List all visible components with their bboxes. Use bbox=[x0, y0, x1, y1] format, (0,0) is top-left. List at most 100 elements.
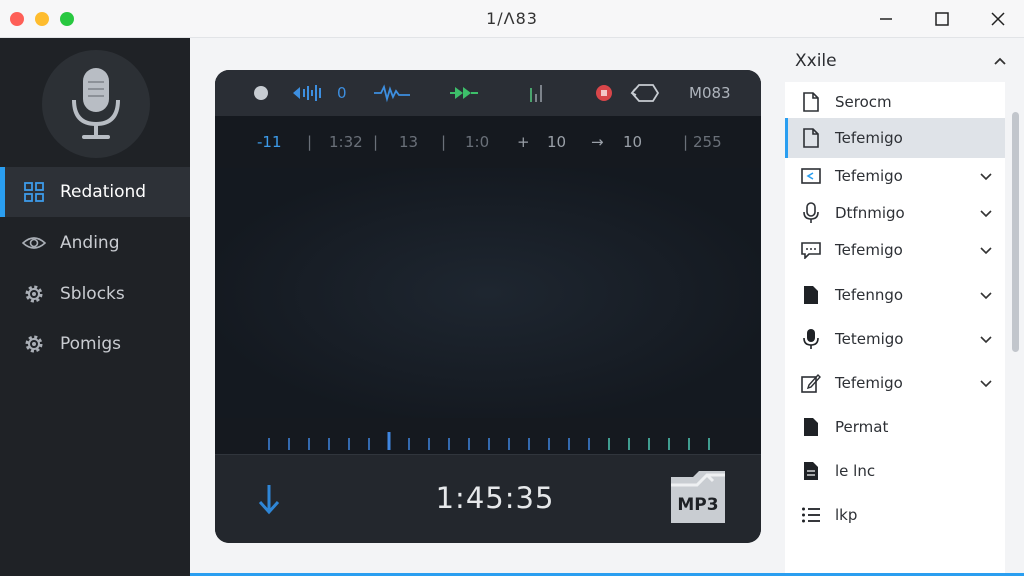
record-indicator[interactable] bbox=[253, 81, 269, 105]
list-item[interactable]: le lnc bbox=[785, 451, 1005, 491]
file-list-scrollbar[interactable] bbox=[1012, 112, 1019, 352]
list-item-label: Tefemigo bbox=[835, 167, 903, 185]
waveform bbox=[229, 202, 747, 376]
dot-icon bbox=[254, 86, 268, 100]
audio-player-panel: 0 M083 -11 | 1:32 | 13 | 1:0 + 10 → 10 |… bbox=[215, 70, 761, 543]
list-item[interactable]: lkp bbox=[785, 495, 1005, 535]
playback-time: 1:45:35 bbox=[435, 481, 555, 515]
waveform-icon bbox=[374, 84, 410, 103]
chevron-down-icon[interactable] bbox=[979, 376, 993, 390]
list-item[interactable]: Tefemigo bbox=[785, 156, 1005, 196]
ruler-label: | bbox=[307, 133, 313, 151]
list-item-label: Permat bbox=[835, 418, 889, 436]
ruler-label: | bbox=[441, 133, 447, 151]
app-logo bbox=[42, 50, 150, 158]
chevron-up-icon bbox=[994, 57, 1006, 65]
title-bar: 1/Λ83 bbox=[0, 0, 1024, 38]
close-button[interactable] bbox=[984, 6, 1012, 32]
list-item[interactable]: Serocm bbox=[785, 82, 1005, 122]
eye-icon bbox=[22, 231, 46, 255]
sidebar-item-label: Sblocks bbox=[60, 284, 125, 304]
list-item-label: Tefemigo bbox=[835, 374, 903, 392]
fast-forward-button[interactable] bbox=[449, 81, 479, 105]
list-item[interactable]: Tefemigo bbox=[785, 363, 1005, 403]
ruler-label: 1:32 bbox=[329, 133, 363, 151]
list-item-label: Dtfnmigo bbox=[835, 204, 905, 222]
list-item[interactable]: Dtfnmigo bbox=[785, 193, 1005, 233]
sidebar-item-sblocks[interactable]: Sblocks bbox=[0, 269, 190, 319]
list-item[interactable]: Tefemigo bbox=[785, 230, 1005, 270]
meter-icon bbox=[530, 85, 542, 102]
maximize-icon bbox=[935, 12, 949, 26]
document-icon bbox=[801, 92, 821, 112]
list-item-label: lkp bbox=[835, 506, 858, 524]
waveform-display[interactable] bbox=[215, 168, 761, 418]
list-item-label: Tefenngo bbox=[835, 286, 904, 304]
sidebar-item-label: Pomigs bbox=[60, 334, 121, 354]
sidebar-item-label: Redationd bbox=[60, 182, 147, 202]
sidebar-item-anding[interactable]: Anding bbox=[0, 218, 190, 268]
list-item-label: le lnc bbox=[835, 462, 876, 480]
download-button[interactable] bbox=[247, 477, 291, 521]
list-item[interactable]: Permat bbox=[785, 407, 1005, 447]
add-icon[interactable]: + bbox=[517, 133, 530, 151]
chevron-down-icon[interactable] bbox=[979, 243, 993, 257]
comment-icon bbox=[801, 240, 821, 260]
sidebar-item-redationd[interactable]: Redationd bbox=[0, 167, 190, 217]
file-lines-icon bbox=[801, 461, 821, 481]
chevron-down-icon[interactable] bbox=[979, 206, 993, 220]
format-label: M083 bbox=[689, 84, 731, 102]
timeline-ticks bbox=[268, 432, 710, 450]
level-value: 0 bbox=[337, 84, 347, 102]
chevron-down-icon[interactable] bbox=[979, 332, 993, 346]
maximize-button[interactable] bbox=[928, 6, 956, 32]
minimize-button[interactable] bbox=[872, 6, 900, 32]
ruler-label: 10 bbox=[547, 133, 567, 151]
file-filled-icon bbox=[801, 285, 821, 305]
fast-forward-icon bbox=[450, 87, 478, 99]
list-item-label: Tefemigo bbox=[835, 241, 903, 259]
file-panel: Xxile Serocm Tefemigo Tefemigo Dtfnmigo Tefe… bbox=[783, 44, 1024, 576]
mp3-export-button[interactable]: MP3 bbox=[667, 467, 729, 529]
document-icon bbox=[801, 128, 821, 148]
microphone-icon bbox=[801, 202, 821, 223]
meter-button[interactable] bbox=[527, 81, 545, 105]
ruler-label: 255 bbox=[693, 133, 722, 151]
file-filled-icon bbox=[801, 417, 821, 437]
waveform-button[interactable] bbox=[373, 81, 411, 105]
ruler-label: 13 bbox=[399, 133, 419, 151]
arrow-right-icon[interactable]: → bbox=[591, 133, 604, 151]
file-panel-title: Xxile bbox=[795, 51, 837, 71]
file-panel-header[interactable]: Xxile bbox=[783, 44, 1024, 78]
player-bottom-bar: 1:45:35 MP3 bbox=[215, 454, 761, 543]
chevron-down-icon[interactable] bbox=[979, 288, 993, 302]
ruler-label: 10 bbox=[623, 133, 643, 151]
app-window: 1/Λ83 Redationd Anding Sblocks Pomigs 0 … bbox=[0, 0, 1024, 576]
sidebar-item-pomigs[interactable]: Pomigs bbox=[0, 319, 190, 369]
grid-icon bbox=[22, 180, 46, 204]
gear-icon bbox=[22, 332, 46, 356]
microphone-icon bbox=[72, 68, 120, 139]
chevron-down-icon[interactable] bbox=[979, 169, 993, 183]
microphone-filled-icon bbox=[801, 329, 821, 349]
loop-button[interactable] bbox=[629, 81, 661, 105]
sidebar-item-label: Anding bbox=[60, 233, 120, 253]
list-item-label: Tefemigo bbox=[835, 129, 903, 147]
player-toolbar: 0 M083 bbox=[215, 70, 761, 116]
ruler-label: -11 bbox=[257, 133, 282, 151]
ruler-label: | bbox=[373, 133, 379, 151]
loop-icon bbox=[630, 84, 660, 102]
file-list: Serocm Tefemigo Tefemigo Dtfnmigo Tefemigo Te… bbox=[785, 82, 1005, 576]
list-item[interactable]: Tefenngo bbox=[785, 275, 1005, 315]
level-control[interactable]: 0 bbox=[291, 81, 347, 105]
list-icon bbox=[801, 505, 821, 525]
list-item[interactable]: Tetemigo bbox=[785, 319, 1005, 359]
list-item-label: Serocm bbox=[835, 93, 892, 111]
window-title: 1/Λ83 bbox=[486, 9, 538, 28]
edit-icon bbox=[801, 373, 821, 393]
close-icon bbox=[991, 12, 1005, 26]
list-item[interactable]: Tefemigo bbox=[785, 118, 1005, 158]
download-arrow-icon bbox=[258, 485, 280, 515]
import-icon bbox=[801, 166, 821, 186]
stop-record-button[interactable] bbox=[595, 81, 613, 105]
